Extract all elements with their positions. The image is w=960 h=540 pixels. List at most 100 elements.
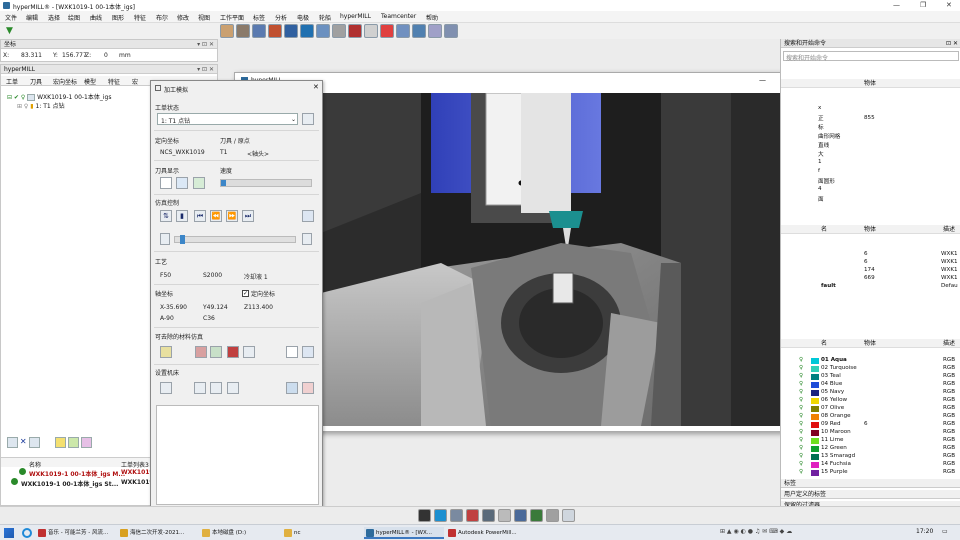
menu-item-1[interactable]: 编辑 (26, 13, 38, 22)
help-icon[interactable] (28, 437, 40, 448)
toolbar-tool-icon-3[interactable] (268, 24, 282, 38)
tree-child-label[interactable]: 1: T1 点钻 (36, 103, 65, 110)
toolbar-tool-icon-8[interactable] (348, 24, 362, 38)
minimize-button[interactable]: — (893, 1, 900, 9)
toolbar-tool-icon-12[interactable] (412, 24, 426, 38)
menu-item-11[interactable]: 标签 (253, 13, 265, 22)
dialog-close-button[interactable]: ✕ (313, 83, 319, 91)
toolbar-tool-icon-2[interactable] (252, 24, 266, 38)
user-tags-header[interactable]: 用户定义的标签 (781, 490, 960, 499)
visibility-icon[interactable]: ♀ (799, 405, 803, 411)
menu-item-14[interactable]: 轮船 (319, 13, 331, 22)
color-row[interactable]: ♀ 04 Blue RGB (781, 381, 960, 389)
visibility-icon[interactable]: ♀ (799, 421, 803, 427)
step-back-button[interactable] (160, 233, 170, 245)
machine-report-button[interactable] (302, 382, 314, 394)
visibility-icon[interactable]: ♀ (799, 469, 803, 475)
visibility-icon[interactable]: ♀ (799, 389, 803, 395)
export-button[interactable] (243, 346, 255, 358)
machine-fixture-button[interactable] (210, 382, 222, 394)
notification-icon[interactable]: ▭ (942, 528, 948, 535)
directed-checkbox[interactable]: ✓ (242, 290, 249, 297)
color-row[interactable]: ♀ 09 Red 6 RGB (781, 421, 960, 429)
refresh-job-button[interactable] (302, 113, 314, 125)
layer-row[interactable]: fault Defau (781, 283, 960, 291)
taskbar-app[interactable]: 本地磁盘 (D:) (200, 527, 280, 539)
visibility-icon[interactable]: ♀ (799, 461, 803, 467)
position-slider[interactable] (174, 235, 296, 244)
toolpath-display-button[interactable] (193, 177, 205, 189)
menu-item-3[interactable]: 绘图 (68, 13, 80, 22)
taskbar-app[interactable]: hyperMILL® - [WX... (364, 527, 444, 539)
menu-item-2[interactable]: 选择 (48, 13, 60, 22)
dock-tool-icon-1[interactable] (434, 509, 447, 522)
visibility-icon[interactable]: ♀ (799, 453, 803, 459)
forward-button[interactable]: ⏩ (226, 210, 238, 222)
props-item[interactable]: 大 (818, 150, 824, 158)
toolbar-tool-icon-9[interactable] (364, 24, 378, 38)
dock-tool-icon-8[interactable] (546, 509, 559, 522)
hypermill-tab-1[interactable]: 刀具 (30, 77, 42, 86)
props-item[interactable]: x (818, 105, 821, 111)
dock-tool-icon-9[interactable] (562, 509, 575, 522)
color-row[interactable]: ♀ 13 Smaragd RGB (781, 453, 960, 461)
taskbar-app[interactable]: nc (282, 527, 362, 539)
color-row[interactable]: ♀ 06 Yellow RGB (781, 397, 960, 405)
hypermill-tab-4[interactable]: 特征 (108, 77, 120, 86)
toolbar-tool-icon-0[interactable] (220, 24, 234, 38)
position-slider-thumb[interactable] (180, 235, 185, 244)
visibility-icon[interactable]: ♀ (799, 429, 803, 435)
dock-tool-icon-5[interactable] (498, 509, 511, 522)
dock-tool-icon-6[interactable] (514, 509, 527, 522)
speed-slider[interactable] (220, 179, 312, 187)
toolbar-tool-icon-4[interactable] (284, 24, 298, 38)
first-button[interactable]: ⏮ (194, 210, 206, 222)
color-row[interactable]: ♀ 05 Navy RGB (781, 389, 960, 397)
start-icon[interactable] (4, 528, 14, 538)
rewind-button[interactable]: ⏪ (210, 210, 222, 222)
color-row[interactable]: ♀ 11 Lime RGB (781, 437, 960, 445)
taskbar-app[interactable]: 海信二次开发-2021... (118, 527, 198, 539)
visibility-icon[interactable]: ♀ (799, 397, 803, 403)
dock-tool-icon-7[interactable] (530, 509, 543, 522)
props-item[interactable]: 1 (818, 159, 822, 165)
maximize-button[interactable]: ❐ (920, 1, 926, 9)
color-row[interactable]: ♀ 08 Orange RGB (781, 413, 960, 421)
taskbar-app[interactable]: Autodesk PowerMill... (446, 527, 526, 539)
machine-part-button[interactable] (194, 382, 206, 394)
last-button[interactable]: ⏭ (242, 210, 254, 222)
layer-row[interactable]: 174 WXK1 (781, 267, 960, 275)
layer-row[interactable]: 669 WXK1 (781, 275, 960, 283)
toolbar-tool-icon-7[interactable] (332, 24, 346, 38)
menu-item-7[interactable]: 布尔 (156, 13, 168, 22)
visibility-icon[interactable]: ♀ (799, 381, 803, 387)
layer-row[interactable]: 6 WXK1 (781, 251, 960, 259)
dock-tool-icon-3[interactable] (466, 509, 479, 522)
visibility-icon[interactable]: ♀ (799, 365, 803, 371)
panel-controls-icon[interactable]: ⊡ ✕ (946, 39, 958, 48)
toolbar-tool-icon-14[interactable] (444, 24, 458, 38)
menu-item-13[interactable]: 电极 (297, 13, 309, 22)
menu-item-16[interactable]: Teamcenter (381, 13, 416, 20)
visibility-icon[interactable]: ♀ (799, 437, 803, 443)
compare-button[interactable] (210, 346, 222, 358)
toolbar-tool-icon-1[interactable] (236, 24, 250, 38)
edge-icon[interactable] (22, 528, 32, 538)
menu-item-9[interactable]: 视图 (198, 13, 210, 22)
dock-tool-icon-2[interactable] (450, 509, 463, 522)
hypermill-tab-0[interactable]: 工单 (6, 77, 18, 86)
props-item[interactable]: 面圆形 (818, 177, 835, 185)
list-icon[interactable] (7, 437, 18, 448)
collision-button[interactable] (227, 346, 239, 358)
menu-item-15[interactable]: hyperMILL (340, 13, 371, 20)
holder-display-button[interactable] (176, 177, 188, 189)
color-row[interactable]: ♀ 12 Green RGB (781, 445, 960, 453)
search-input[interactable]: 搜索和开始命令 (783, 51, 959, 62)
visibility-icon[interactable]: ♀ (799, 413, 803, 419)
view-icon[interactable] (81, 437, 93, 448)
tags-header[interactable]: 标签 (781, 479, 960, 488)
sim-log-area[interactable] (156, 405, 319, 505)
stock-button[interactable] (160, 346, 172, 358)
menu-item-5[interactable]: 图形 (112, 13, 124, 22)
hypermill-tab-2[interactable]: 宏向坐标 (53, 77, 77, 86)
